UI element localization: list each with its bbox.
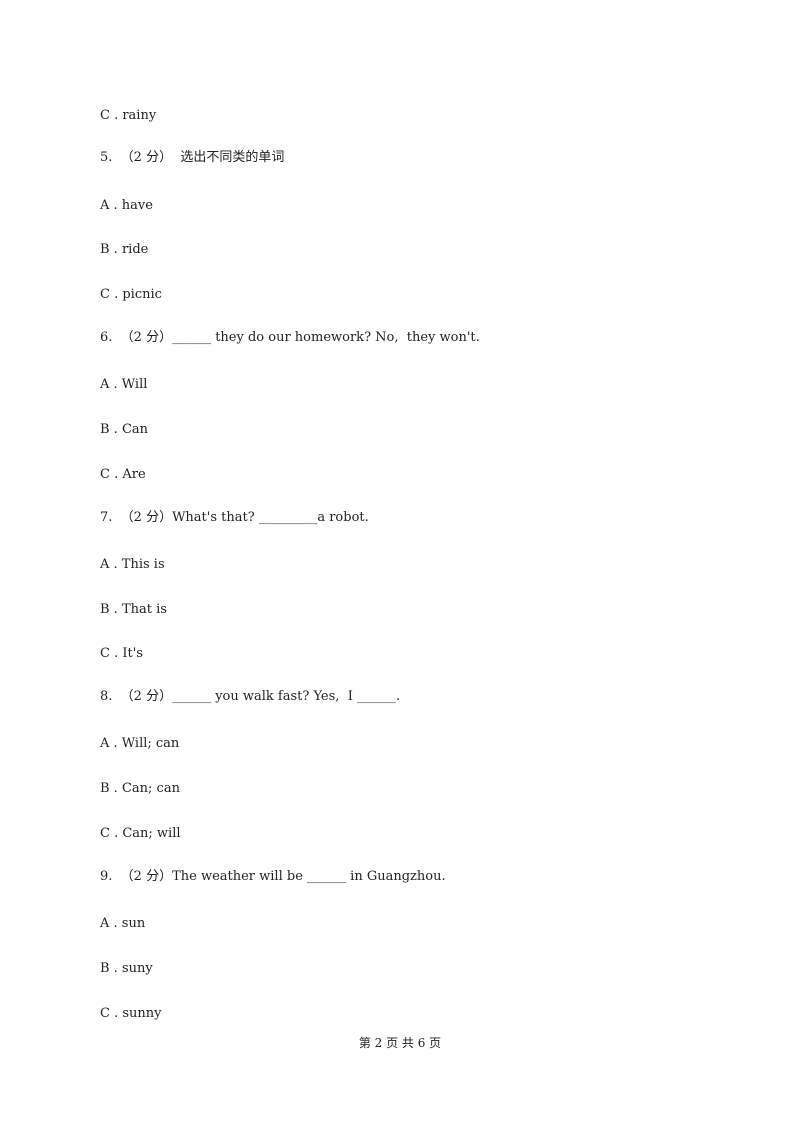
page-footer: 第 2 页 共 6 页 [358, 1036, 442, 1050]
q5-option-c: C . picnic [100, 287, 162, 302]
option-prev-c: C . rainy [100, 108, 157, 123]
q8-option-c: C . Can; will [100, 826, 181, 841]
question-7: 7. （2 分）What's that? _________a robot. [100, 510, 369, 525]
q7-option-c: C . It's [100, 646, 143, 661]
q6-option-b: B . Can [100, 422, 149, 437]
q7-option-a: A . This is [100, 557, 165, 572]
q6-option-a: A . Will [100, 377, 148, 392]
question-9: 9. （2 分）The weather will be ______ in Gu… [100, 869, 446, 884]
q5-option-b: B . ride [100, 242, 149, 257]
q9-option-a: A . sun [100, 916, 146, 931]
q9-option-c: C . sunny [100, 1006, 162, 1021]
question-8: 8. （2 分）______ you walk fast? Yes, I ___… [100, 689, 401, 704]
question-6: 6. （2 分）______ they do our homework? No,… [100, 330, 480, 345]
q8-option-a: A . Will; can [100, 736, 180, 751]
q8-option-b: B . Can; can [100, 781, 180, 796]
question-5: 5. （2 分） 选出不同类的单词 [100, 150, 285, 165]
q7-option-b: B . That is [100, 602, 167, 617]
q6-option-c: C . Are [100, 467, 146, 482]
q9-option-b: B . suny [100, 961, 153, 976]
q5-option-a: A . have [100, 198, 153, 213]
